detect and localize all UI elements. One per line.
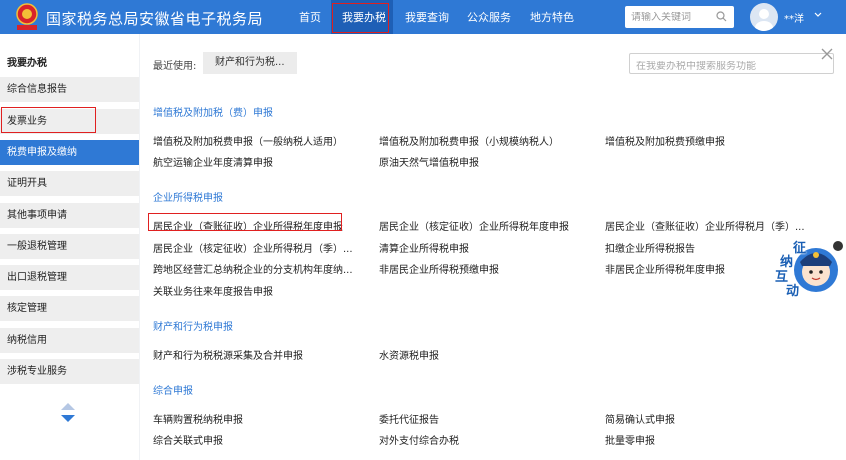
link-entrusted-collection[interactable]: 委托代征报告 [379, 411, 439, 426]
link-vat-general[interactable]: 增值税及附加税费申报（一般纳税人适用） [153, 133, 343, 148]
section-title-cit: 企业所得税申报 [153, 193, 223, 204]
site-title[interactable]: 国家税务总局安徽省电子税务局 [46, 8, 263, 29]
user-avatar-icon [755, 9, 773, 31]
sidebar-item-certificate[interactable]: 证明开具 [0, 171, 139, 196]
user-name[interactable]: **洋 [784, 10, 804, 25]
link-cit-withholding[interactable]: 扣缴企业所得税报告 [605, 240, 695, 255]
sidebar-item-general-refund[interactable]: 一般退税管理 [0, 234, 139, 259]
nav-home[interactable]: 首页 [299, 9, 321, 25]
nav-highlight-box [332, 3, 389, 33]
recent-label: 最近使用: [153, 61, 197, 72]
header-search-input[interactable] [631, 11, 717, 23]
sidebar-item-export-refund[interactable]: 出口退税管理 [0, 265, 139, 290]
link-aviation-settlement[interactable]: 航空运输企业年度清算申报 [153, 154, 273, 169]
link-cit-monthly-audit[interactable]: 居民企业（查账征收）企业所得税月（季）... [605, 218, 805, 233]
sidebar-title: 我要办税 [7, 58, 47, 69]
link-external-payment[interactable]: 对外支付综合办税 [379, 432, 459, 447]
link-simple-confirm[interactable]: 简易确认式申报 [605, 411, 675, 426]
link-comprehensive-linked[interactable]: 综合关联式申报 [153, 432, 223, 447]
sidebar-item-tax-credit[interactable]: 纳税信用 [0, 328, 139, 353]
search-icon[interactable] [716, 11, 727, 22]
tax-emblem-icon [16, 3, 38, 30]
link-vat-prepaid[interactable]: 增值税及附加税费预缴申报 [605, 133, 725, 148]
sidebar-item-comprehensive-info[interactable]: 综合信息报告 [0, 77, 139, 102]
sidebar-item-tax-declaration[interactable]: 税费申报及缴纳 [0, 140, 139, 165]
link-vat-small[interactable]: 增值税及附加税费申报（小规模纳税人） [379, 133, 559, 148]
link-related-party-report[interactable]: 关联业务往来年度报告申报 [153, 283, 273, 298]
link-highlight-box [148, 213, 342, 231]
mascot-char-1: 征 [793, 241, 807, 256]
link-vehicle-purchase-tax[interactable]: 车辆购置税纳税申报 [153, 411, 243, 426]
service-search-input[interactable] [636, 61, 816, 72]
sidebar-item-professional-service[interactable]: 涉税专业服务 [0, 359, 139, 384]
link-cit-nonresident-prepaid[interactable]: 非居民企业所得税预缴申报 [379, 261, 499, 276]
link-crude-oil-vat[interactable]: 原油天然气增值税申报 [379, 154, 479, 169]
link-batch-zero[interactable]: 批量零申报 [605, 432, 655, 447]
nav-local-features[interactable]: 地方特色 [530, 9, 574, 25]
link-water-resource-tax[interactable]: 水资源税申报 [379, 347, 439, 362]
section-title-property: 财产和行为税申报 [153, 322, 233, 333]
sidebar-item-assessment[interactable]: 核定管理 [0, 296, 139, 321]
section-title-comprehensive: 综合申报 [153, 386, 193, 397]
mascot-widget[interactable]: 征 纳 互 动 [772, 240, 840, 300]
top-bar: 国家税务总局安徽省电子税务局 首页 我要办税 我要查询 公众服务 地方特色 **… [0, 0, 846, 34]
header-search[interactable] [625, 6, 734, 28]
sidebar-item-other-applications[interactable]: 其他事项申请 [0, 203, 139, 228]
sidebar: 我要办税 综合信息报告 发票业务 税费申报及缴纳 证明开具 其他事项申请 一般退… [0, 34, 139, 460]
avatar[interactable] [750, 3, 778, 31]
close-icon[interactable] [820, 47, 834, 61]
main-content: 最近使用: 财产和行为税... 增值税及附加税（费）申报 增值税及附加税费申报（… [140, 34, 846, 460]
link-cit-annual-assessed[interactable]: 居民企业（核定征收）企业所得税年度申报 [379, 218, 569, 233]
link-cit-nonresident-annual[interactable]: 非居民企业所得税年度申报 [605, 261, 725, 276]
recent-chip[interactable]: 财产和行为税... [203, 52, 297, 74]
service-search[interactable] [629, 53, 834, 74]
link-property-combined[interactable]: 财产和行为税税源采集及合并申报 [153, 347, 303, 362]
link-cit-monthly-assessed[interactable]: 居民企业（核定征收）企业所得税月（季）... [153, 240, 353, 255]
nav-public-service[interactable]: 公众服务 [467, 9, 511, 25]
link-cit-liquidation[interactable]: 清算企业所得税申报 [379, 240, 469, 255]
nav-query[interactable]: 我要查询 [405, 9, 449, 25]
sidebar-scroll-arrows-icon[interactable] [60, 401, 76, 425]
link-cit-branch-annual[interactable]: 跨地区经营汇总纳税企业的分支机构年度纳... [153, 261, 353, 276]
mascot-char-4: 动 [786, 284, 800, 299]
chevron-down-icon[interactable] [814, 12, 822, 18]
mascot-close-icon[interactable] [833, 241, 843, 251]
sidebar-highlight-box [1, 107, 96, 133]
section-title-vat: 增值税及附加税（费）申报 [153, 108, 273, 119]
